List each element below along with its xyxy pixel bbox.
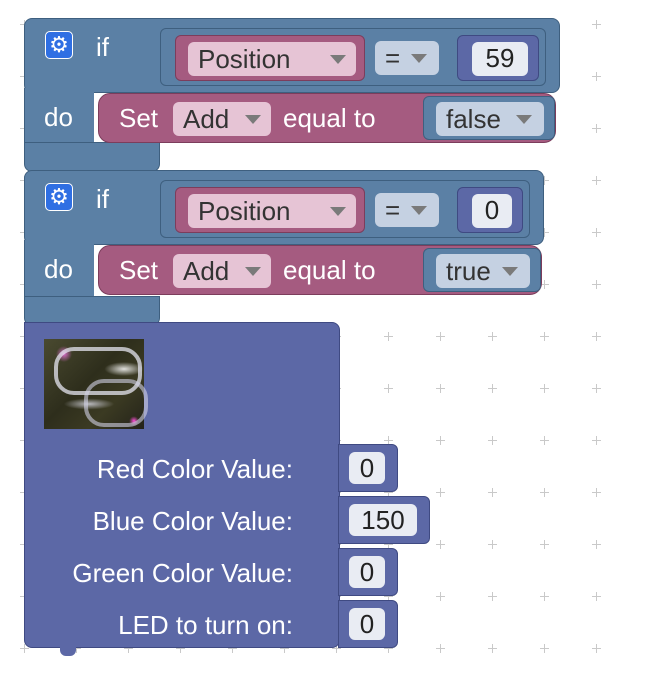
grid-plus (540, 592, 549, 601)
variable-dropdown[interactable]: Position (188, 42, 356, 76)
grid-plus (436, 436, 445, 445)
led-index-field[interactable]: 0 (349, 608, 385, 640)
green-color-label: Green Color Value: (72, 558, 293, 588)
caret-down-icon (516, 115, 532, 124)
variable-name: Add (183, 104, 230, 134)
led-index-label: LED to turn on: (118, 610, 293, 640)
grid-plus (592, 592, 601, 601)
boolean-value: false (446, 104, 501, 134)
operator-value: = (385, 195, 401, 225)
if-label: if (96, 32, 109, 62)
grid-plus (592, 20, 601, 29)
grid-plus (540, 488, 549, 497)
grid-plus (488, 488, 497, 497)
equal-to-label: equal to (283, 255, 376, 285)
grid-plus (436, 644, 445, 653)
grid-plus (384, 332, 393, 341)
boolean-dropdown[interactable]: true (436, 254, 530, 288)
grid-plus (592, 332, 601, 341)
caret-down-icon (330, 207, 346, 216)
set-variable-block[interactable]: Set Add equal to true (98, 245, 542, 295)
grid-plus (540, 384, 549, 393)
operator-value: = (385, 43, 401, 73)
variable-getter-block[interactable]: Position (175, 187, 365, 233)
compare-block[interactable]: Position = 0 (160, 180, 530, 238)
variable-dropdown[interactable]: Position (188, 194, 356, 228)
variable-name: Position (198, 196, 291, 226)
grid-plus (592, 176, 601, 185)
grid-plus (592, 280, 601, 289)
number-field[interactable]: 0 (472, 194, 512, 228)
set-label: Set (119, 255, 159, 285)
set-label: Set (119, 103, 159, 133)
number-block[interactable]: 150 (338, 496, 430, 544)
variable-dropdown[interactable]: Add (173, 102, 271, 136)
do-label: do (44, 102, 73, 132)
boolean-block[interactable]: true (423, 248, 541, 292)
do-label: do (44, 254, 73, 284)
number-block[interactable]: 59 (457, 35, 539, 81)
operator-dropdown[interactable]: = (375, 193, 439, 227)
grid-plus (540, 332, 549, 341)
variable-name: Position (198, 44, 291, 74)
grid-plus (592, 124, 601, 133)
grid-plus (540, 540, 549, 549)
caret-down-icon (245, 267, 261, 276)
boolean-dropdown[interactable]: false (436, 102, 544, 136)
red-value-field[interactable]: 0 (349, 452, 385, 484)
equal-to-label: equal to (283, 103, 376, 133)
next-connector (60, 646, 76, 656)
caret-down-icon (411, 206, 427, 215)
blue-color-label: Blue Color Value: (92, 506, 293, 536)
grid-plus (592, 436, 601, 445)
operator-dropdown[interactable]: = (375, 41, 439, 75)
grid-plus (488, 592, 497, 601)
set-variable-block[interactable]: Set Add equal to false (98, 93, 556, 143)
red-color-label: Red Color Value: (96, 454, 293, 484)
led-strip-image (44, 339, 148, 429)
grid-plus (436, 488, 445, 497)
caret-down-icon (330, 55, 346, 64)
boolean-value: true (446, 256, 491, 286)
grid-plus (488, 332, 497, 341)
grid-plus (488, 540, 497, 549)
number-block[interactable]: 0 (338, 444, 398, 492)
grid-plus (592, 228, 601, 237)
boolean-block[interactable]: false (423, 96, 555, 140)
variable-dropdown[interactable]: Add (173, 254, 271, 288)
grid-plus (540, 644, 549, 653)
grid-plus (488, 436, 497, 445)
blue-value-field[interactable]: 150 (349, 504, 417, 536)
grid-plus (592, 488, 601, 497)
caret-down-icon (502, 267, 518, 276)
grid-plus (436, 332, 445, 341)
gear-icon[interactable]: ⚙ (45, 31, 73, 59)
green-value-field[interactable]: 0 (349, 556, 385, 588)
number-field[interactable]: 59 (472, 42, 528, 76)
grid-plus (592, 644, 601, 653)
grid-plus (540, 436, 549, 445)
grid-plus (488, 384, 497, 393)
caret-down-icon (245, 115, 261, 124)
variable-getter-block[interactable]: Position (175, 35, 365, 81)
grid-plus (592, 384, 601, 393)
compare-block[interactable]: Position = 59 (160, 28, 546, 86)
grid-plus (384, 384, 393, 393)
if-label: if (96, 184, 109, 214)
variable-name: Add (183, 256, 230, 286)
gear-icon[interactable]: ⚙ (45, 183, 73, 211)
grid-plus (436, 540, 445, 549)
grid-plus (592, 540, 601, 549)
number-block[interactable]: 0 (338, 600, 398, 648)
grid-plus (592, 72, 601, 81)
grid-plus (436, 592, 445, 601)
caret-down-icon (411, 54, 427, 63)
number-block[interactable]: 0 (338, 548, 398, 596)
grid-plus (436, 384, 445, 393)
number-block[interactable]: 0 (457, 187, 523, 233)
grid-plus (488, 644, 497, 653)
